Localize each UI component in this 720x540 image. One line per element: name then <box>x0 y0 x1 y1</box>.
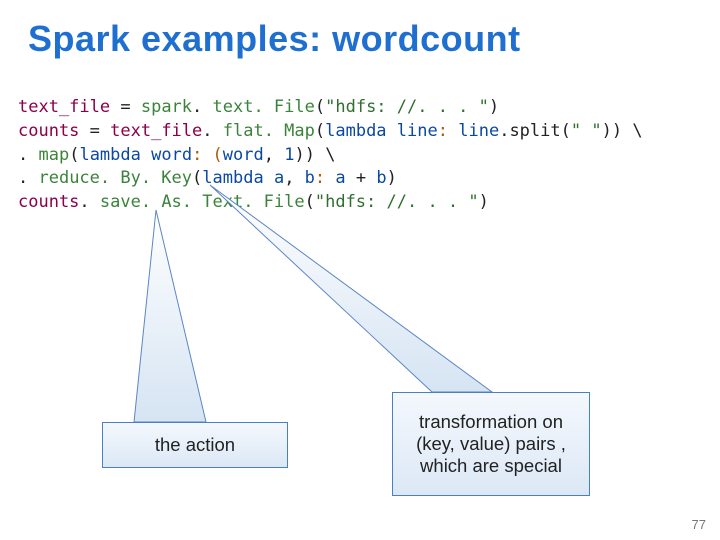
tok-string: "hdfs: //. . . " <box>315 192 479 212</box>
tok-saveastextfile: save. As. Text. File <box>100 192 305 212</box>
tok-paren: ) <box>479 192 489 212</box>
tok-comma: , <box>284 168 304 188</box>
code-line-5: counts. save. As. Text. File("hdfs: //. … <box>18 191 643 215</box>
tok-paren: ( <box>315 121 325 141</box>
tok-colon: : ( <box>192 145 223 165</box>
tok-indent: . <box>18 145 38 165</box>
tok-line: line <box>458 121 499 141</box>
tok-plus: + <box>346 168 377 188</box>
tok-paren: ) <box>387 168 397 188</box>
tok-sp <box>387 121 397 141</box>
tok-textfile: text_file <box>18 97 110 117</box>
tok-paren: ( <box>192 168 202 188</box>
tok-paren: )) <box>294 145 314 165</box>
tok-spark: spark <box>141 97 192 117</box>
tok-counts: counts <box>18 192 79 212</box>
tok-reducebykey: reduce. By. Key <box>38 168 192 188</box>
code-block: text_file = spark. text. File("hdfs: //.… <box>18 96 643 215</box>
tok-sp <box>141 145 151 165</box>
tok-backslash: \ <box>315 145 335 165</box>
tok-textfile: text_file <box>110 121 202 141</box>
tok-map: map <box>38 145 69 165</box>
tok-b: b <box>305 168 315 188</box>
tok-dot: . <box>79 192 99 212</box>
callout-transformation: transformation on (key, value) pairs , w… <box>392 392 590 496</box>
tok-word: word <box>223 145 264 165</box>
tok-counts: counts <box>18 121 79 141</box>
tok-colon: : <box>438 121 458 141</box>
tok-paren: ( <box>69 145 79 165</box>
tok-string: "hdfs: //. . . " <box>325 97 489 117</box>
tok-one: 1 <box>284 145 294 165</box>
tok-lambda: lambda <box>79 145 140 165</box>
callout-action: the action <box>102 422 288 468</box>
tok-paren: ) <box>489 97 499 117</box>
tok-textFile: text. File <box>213 97 315 117</box>
page-number: 77 <box>692 517 706 532</box>
tok-sp <box>264 168 274 188</box>
code-line-3: . map(lambda word: (word, 1)) \ <box>18 144 643 168</box>
code-line-1: text_file = spark. text. File("hdfs: //.… <box>18 96 643 120</box>
tok-a: a <box>274 168 284 188</box>
tok-indent: . <box>18 168 38 188</box>
tok-dot: . <box>499 121 509 141</box>
tok-lambda: lambda <box>325 121 386 141</box>
tok-paren: ( <box>305 192 315 212</box>
tok-line: line <box>397 121 438 141</box>
tok-a: a <box>335 168 345 188</box>
tok-dot: . <box>202 121 222 141</box>
tok-split: split <box>509 121 560 141</box>
tok-dot: . <box>192 97 212 117</box>
tok-string: " " <box>571 121 602 141</box>
tok-paren: ( <box>561 121 571 141</box>
tok-paren: ( <box>315 97 325 117</box>
tok-paren: )) <box>602 121 622 141</box>
tok-backslash: \ <box>622 121 642 141</box>
tok-word: word <box>151 145 192 165</box>
code-line-2: counts = text_file. flat. Map(lambda lin… <box>18 120 643 144</box>
tok-flatmap: flat. Map <box>223 121 315 141</box>
tok-b: b <box>376 168 386 188</box>
tok-comma: , <box>264 145 284 165</box>
tok-eq: = <box>79 121 110 141</box>
tok-lambda: lambda <box>202 168 263 188</box>
tok-colon: : <box>315 168 335 188</box>
slide-title: Spark examples: wordcount <box>0 0 720 60</box>
code-line-4: . reduce. By. Key(lambda a, b: a + b) <box>18 167 643 191</box>
tok-eq: = <box>110 97 141 117</box>
